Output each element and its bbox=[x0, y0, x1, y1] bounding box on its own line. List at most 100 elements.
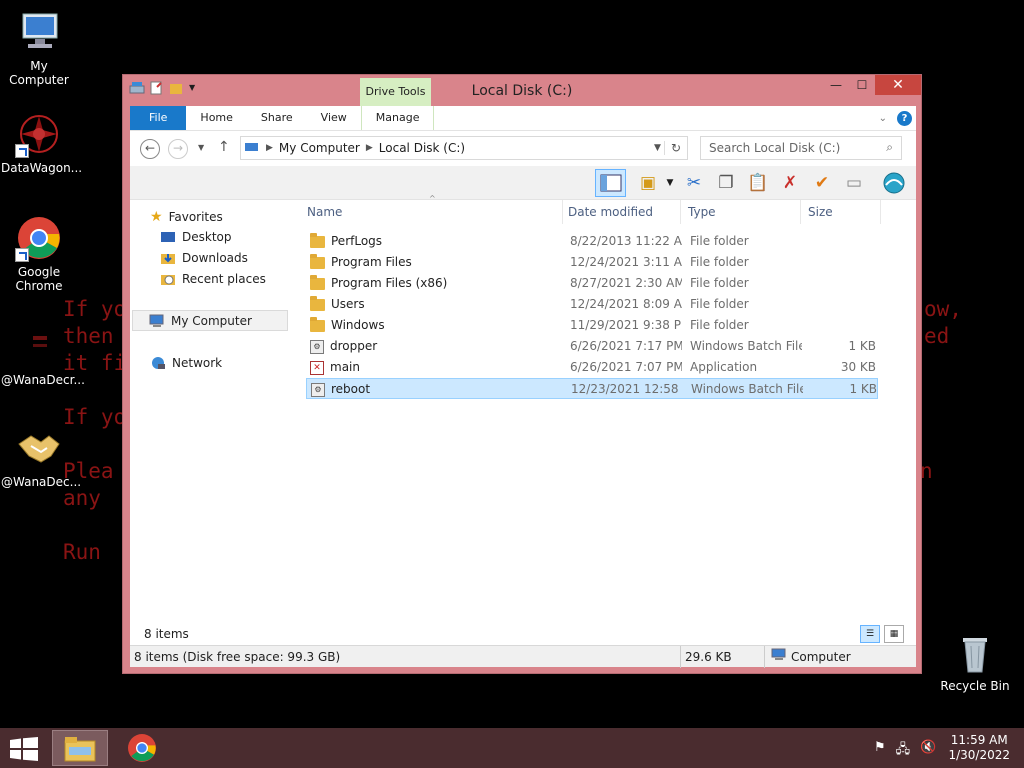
address-dropdown-icon[interactable]: ▼ bbox=[651, 143, 664, 153]
file-list: Name ^ Date modified Type Size PerfLogs 8… bbox=[300, 194, 916, 641]
forward-button[interactable]: → bbox=[168, 139, 188, 159]
action-center-flag-icon[interactable]: ⚑ bbox=[874, 740, 886, 762]
preview-pane-button[interactable] bbox=[595, 169, 626, 197]
nav-downloads[interactable]: Downloads bbox=[160, 251, 248, 265]
address-bar[interactable]: ▶ My Computer ▶ Local Disk (C:) ▼ ↻ bbox=[240, 136, 688, 160]
batch-file-icon: ⚙ bbox=[310, 339, 324, 354]
maximize-button[interactable]: ☐ bbox=[849, 75, 875, 95]
column-header-date[interactable]: Date modified bbox=[561, 200, 681, 224]
desktop-icon-chrome[interactable]: Google Chrome bbox=[1, 214, 77, 293]
large-icons-view-button[interactable]: ▦ bbox=[884, 625, 904, 643]
nav-label: Network bbox=[172, 356, 223, 370]
file-explorer-icon bbox=[64, 737, 96, 762]
computer-icon bbox=[15, 8, 63, 56]
column-header-size[interactable]: Size bbox=[801, 200, 881, 224]
file-row[interactable]: ✕ main 6/26/2021 7:07 PM Application 30 KB bbox=[306, 357, 878, 378]
file-row[interactable]: Windows 11/29/2021 9:38 PM File folder bbox=[306, 315, 878, 336]
rename-icon[interactable]: ✔ bbox=[810, 171, 834, 195]
ransom-text-line: any bbox=[63, 486, 101, 510]
minimize-button[interactable]: — bbox=[823, 75, 849, 95]
file-row[interactable]: ⚙ dropper 6/26/2021 7:17 PM Windows Batch F… bbox=[306, 336, 878, 357]
cut-icon[interactable]: ✂ bbox=[682, 171, 706, 195]
nav-favorites[interactable]: ★ Favorites bbox=[150, 209, 223, 225]
title-bar[interactable]: ▼ Drive Tools Local Disk (C:) — ☐ ✕ bbox=[123, 75, 921, 106]
clock[interactable]: 11:59 AM 1/30/2022 bbox=[948, 733, 1010, 763]
recent-places-icon bbox=[160, 272, 176, 286]
taskbar-file-explorer[interactable] bbox=[52, 730, 108, 766]
file-type: File folder bbox=[690, 318, 749, 332]
column-header-type[interactable]: Type bbox=[681, 200, 801, 224]
file-name: dropper bbox=[330, 339, 378, 353]
folder-icon bbox=[310, 316, 325, 332]
start-button[interactable] bbox=[10, 737, 38, 761]
ransom-text-line: If yo bbox=[63, 297, 127, 321]
tab-manage[interactable]: Manage bbox=[360, 106, 435, 130]
file-size: 30 KB bbox=[840, 360, 876, 374]
computer-icon bbox=[149, 314, 165, 328]
search-input[interactable]: Search Local Disk (C:) ⌕ bbox=[700, 136, 902, 160]
breadcrumb-separator-icon: ▶ bbox=[266, 143, 273, 153]
desktop-icon-wanadecryptor-2[interactable]: @WanaDec... bbox=[1, 424, 81, 489]
tab-file[interactable]: File bbox=[130, 106, 187, 130]
chrome-icon bbox=[15, 214, 63, 262]
tab-home[interactable]: Home bbox=[186, 106, 246, 130]
ransom-text-line: ow, bbox=[924, 297, 962, 321]
desktop-icon-recycle-bin[interactable]: Recycle Bin bbox=[937, 628, 1013, 693]
file-name-cell: Windows bbox=[306, 315, 566, 336]
up-button[interactable]: ↑ bbox=[218, 139, 230, 155]
file-name-cell: ⚙ reboot bbox=[307, 379, 567, 400]
network-icon bbox=[150, 356, 166, 370]
refresh-icon[interactable]: ↻ bbox=[663, 141, 687, 155]
status-bar: 8 items (Disk free space: 99.3 GB) 29.6 … bbox=[130, 645, 916, 668]
select-dropdown-icon[interactable]: ▼ bbox=[658, 171, 682, 195]
nav-desktop[interactable]: Desktop bbox=[160, 230, 232, 244]
tab-share[interactable]: Share bbox=[247, 106, 307, 130]
breadcrumb-my-computer[interactable]: My Computer bbox=[276, 141, 363, 155]
file-type: File folder bbox=[690, 276, 749, 290]
computer-small-icon bbox=[241, 140, 263, 157]
recent-locations-icon[interactable]: ▼ bbox=[198, 143, 204, 152]
nav-label: Downloads bbox=[182, 251, 248, 265]
taskbar-chrome[interactable] bbox=[114, 730, 170, 766]
tab-view[interactable]: View bbox=[307, 106, 361, 130]
folder-icon bbox=[310, 253, 325, 269]
folder-icon bbox=[310, 232, 325, 248]
help-icon[interactable]: ? bbox=[897, 110, 912, 126]
nav-network[interactable]: Network bbox=[150, 356, 222, 370]
network-tray-icon[interactable]: 🖧 bbox=[896, 740, 911, 762]
back-button[interactable]: ← bbox=[140, 139, 160, 159]
breadcrumb-local-disk[interactable]: Local Disk (C:) bbox=[376, 141, 468, 155]
desktop-icon bbox=[160, 230, 176, 244]
close-button[interactable]: ✕ bbox=[875, 75, 921, 95]
nav-recent-places[interactable]: Recent places bbox=[160, 272, 266, 286]
file-row[interactable]: PerfLogs 8/22/2013 11:22 AM File folder bbox=[306, 231, 878, 252]
file-row[interactable]: Program Files (x86) 8/27/2021 2:30 AM File… bbox=[306, 273, 878, 294]
expand-ribbon-icon[interactable]: ⌄ bbox=[879, 113, 887, 124]
file-name-cell: ⚙ dropper bbox=[306, 336, 566, 357]
paste-icon[interactable]: 📋 bbox=[746, 171, 770, 195]
file-date: 8/22/2013 11:22 AM bbox=[570, 234, 682, 248]
desktop-icon-my-computer[interactable]: My Computer bbox=[1, 8, 77, 87]
select-icon[interactable]: ▣ bbox=[636, 171, 660, 195]
volume-muted-icon[interactable]: 🔇 bbox=[920, 740, 936, 762]
desktop-icon-wanadecryptor[interactable]: @WanaDecr... bbox=[1, 322, 85, 387]
copy-icon[interactable]: ❐ bbox=[714, 171, 738, 195]
file-row[interactable]: Program Files 12/24/2021 3:11 AM File fold… bbox=[306, 252, 878, 273]
properties-button-icon[interactable]: ▭ bbox=[842, 171, 866, 195]
file-size: 1 KB bbox=[848, 339, 876, 353]
file-row[interactable]: Users 12/24/2021 8:09 AM File folder bbox=[306, 294, 878, 315]
window-title: Local Disk (C:) bbox=[471, 83, 573, 99]
delete-icon[interactable]: ✗ bbox=[778, 171, 802, 195]
details-view-button[interactable]: ☰ bbox=[860, 625, 880, 643]
file-type: Windows Batch File bbox=[690, 339, 802, 353]
column-header-name[interactable]: Name bbox=[300, 200, 563, 224]
desktop-icon-label: DataWagon... bbox=[1, 161, 83, 175]
shell-icon[interactable] bbox=[882, 171, 906, 195]
desktop-icon-datawagon[interactable]: DataWagon... bbox=[1, 110, 83, 175]
explorer-window[interactable]: ▼ Drive Tools Local Disk (C:) — ☐ ✕ File… bbox=[122, 74, 922, 674]
file-name-cell: Program Files (x86) bbox=[306, 273, 566, 294]
nav-my-computer[interactable]: My Computer bbox=[132, 310, 288, 331]
shortcut-arrow-icon bbox=[15, 144, 29, 158]
file-name: Windows bbox=[331, 318, 385, 332]
file-row[interactable]: ⚙ reboot 12/23/2021 12:58 ... Windows Batch… bbox=[306, 378, 878, 399]
